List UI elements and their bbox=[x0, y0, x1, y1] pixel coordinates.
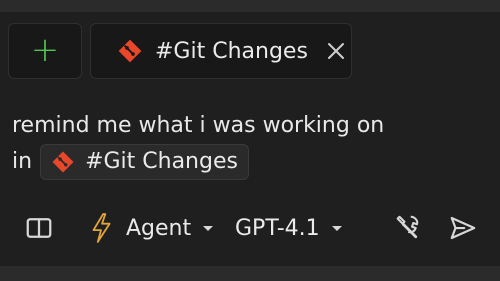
bolt-icon bbox=[92, 213, 111, 243]
model-selector[interactable]: GPT-4.1 bbox=[235, 206, 342, 250]
prompt-input[interactable]: remind me what i was working on in #Git … bbox=[12, 108, 492, 180]
plus-icon: + bbox=[30, 30, 60, 70]
mode-label: Agent bbox=[126, 215, 192, 241]
attach-context-button[interactable] bbox=[24, 206, 54, 250]
context-tab-label: #Git Changes bbox=[155, 38, 308, 64]
git-icon bbox=[118, 39, 142, 63]
prompt-text-line-1: remind me what i was working on bbox=[12, 113, 385, 138]
git-icon bbox=[52, 151, 74, 173]
add-context-button[interactable]: + bbox=[8, 23, 82, 79]
top-bar bbox=[0, 0, 500, 12]
send-button[interactable] bbox=[448, 206, 478, 250]
tools-button[interactable] bbox=[392, 206, 422, 250]
prompt-context-chip[interactable]: #Git Changes bbox=[40, 144, 249, 180]
bottom-bar bbox=[0, 266, 500, 281]
tools-icon bbox=[396, 215, 419, 239]
mode-selector[interactable]: Agent bbox=[88, 206, 214, 250]
prompt-context-chip-label: #Git Changes bbox=[85, 149, 238, 174]
chevron-down-icon bbox=[203, 225, 214, 231]
close-icon[interactable] bbox=[324, 39, 348, 63]
prompt-line-1: remind me what i was working on bbox=[12, 108, 492, 144]
context-tab-git-changes[interactable]: #Git Changes bbox=[90, 23, 352, 79]
chat-toolbar: Agent GPT-4.1 bbox=[0, 206, 500, 250]
prompt-text-line-2-prefix: in bbox=[12, 149, 33, 174]
book-icon bbox=[26, 218, 52, 238]
chevron-down-icon bbox=[331, 225, 342, 231]
send-icon bbox=[450, 216, 476, 240]
prompt-line-2: in #Git Changes bbox=[12, 144, 492, 180]
model-label: GPT-4.1 bbox=[235, 215, 320, 241]
